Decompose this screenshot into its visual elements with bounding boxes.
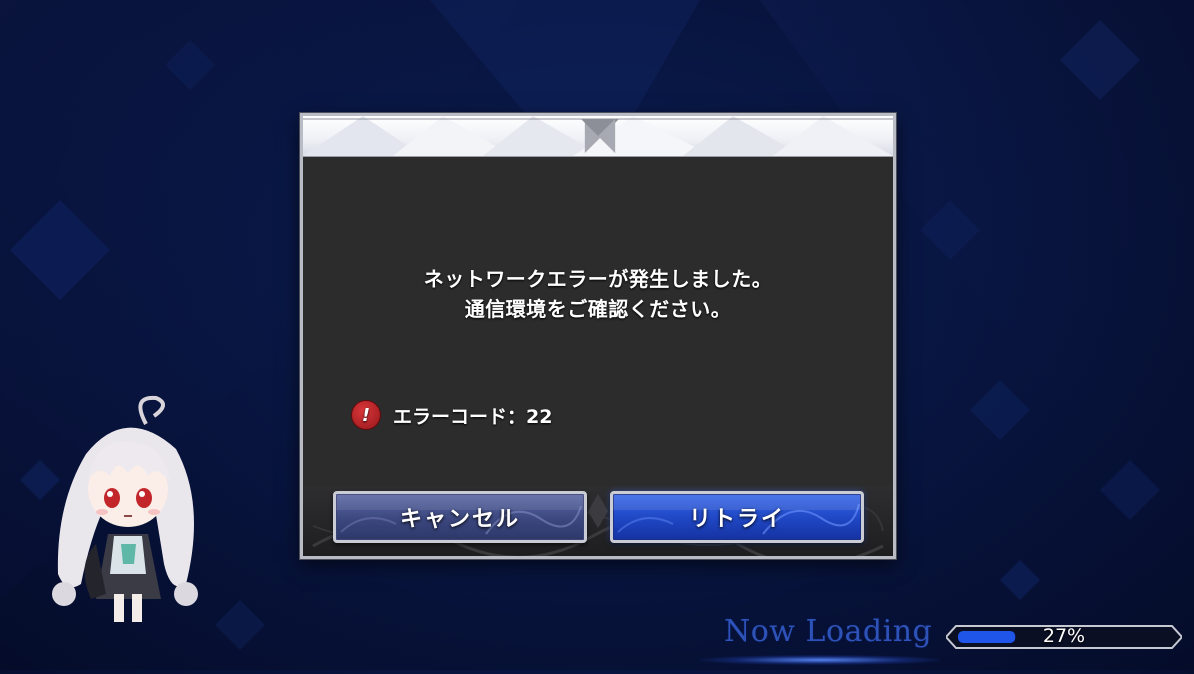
exclamation-circle-icon: !: [351, 400, 381, 430]
retry-button[interactable]: リトライ: [610, 491, 864, 543]
error-message: ネットワークエラーが発生しました。 通信環境をご確認ください。: [303, 264, 893, 324]
error-message-line2: 通信環境をご確認ください。: [464, 297, 732, 321]
chibi-character-illustration: [36, 394, 216, 634]
retry-button-label: リトライ: [688, 507, 785, 532]
loading-progress-bar: 27%: [946, 624, 1182, 650]
cancel-button-label: キャンセル: [399, 507, 520, 532]
error-dialog: ネットワークエラーが発生しました。 通信環境をご確認ください。 ! エラーコード…: [300, 113, 896, 559]
ornament-corner-icon: [580, 118, 616, 154]
now-loading-label: Now Loading: [724, 614, 933, 649]
loading-progress-percent: 27%: [1042, 625, 1086, 647]
error-message-line1: ネットワークエラーが発生しました。: [423, 267, 773, 291]
dialog-header: [303, 116, 893, 157]
error-code-row: ! エラーコード：22: [351, 400, 552, 430]
error-code-label: エラーコード：22: [393, 405, 553, 428]
loading-glow: [700, 655, 940, 665]
cancel-button[interactable]: キャンセル: [333, 491, 587, 543]
